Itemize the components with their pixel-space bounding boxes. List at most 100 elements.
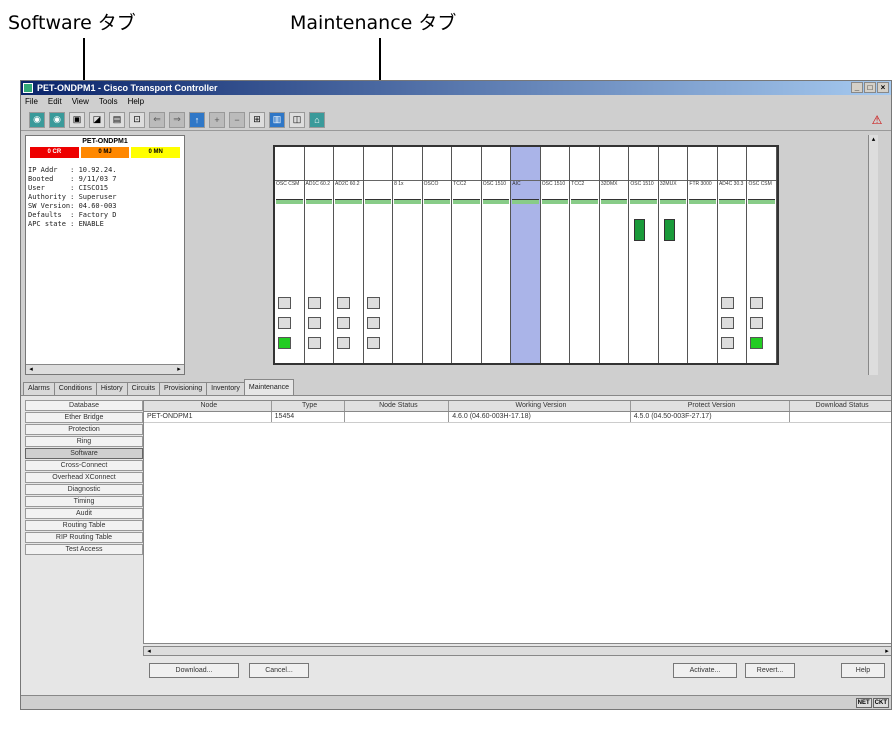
subtab-ether-bridge[interactable]: Ether Bridge xyxy=(25,412,143,423)
home-icon[interactable]: ⌂ xyxy=(309,111,325,128)
card-port[interactable] xyxy=(278,317,291,329)
column-header[interactable]: Download Status xyxy=(790,401,891,411)
subtab-diagnostic[interactable]: Diagnostic xyxy=(25,484,143,495)
zoom-area-icon[interactable]: ⊞ xyxy=(249,111,265,128)
shelf-card-slot[interactable]: OSC CSM xyxy=(747,147,777,363)
card-port[interactable] xyxy=(720,317,734,329)
tab-alarms[interactable]: Alarms xyxy=(23,382,55,395)
card-port[interactable] xyxy=(366,317,380,329)
subtab-cross-connect[interactable]: Cross-Connect xyxy=(25,460,143,471)
shelf-card-slot[interactable]: 32MUX xyxy=(658,147,689,363)
tab-inventory[interactable]: Inventory xyxy=(206,382,245,395)
subtab-database[interactable]: Database xyxy=(25,400,143,411)
shelf-card-slot[interactable]: TCC2 xyxy=(452,147,482,363)
preferences-icon[interactable]: ◉ xyxy=(49,111,65,128)
subtab-routing-table[interactable]: Routing Table xyxy=(25,520,143,531)
activate-button[interactable]: Activate... xyxy=(673,663,737,678)
tab-conditions[interactable]: Conditions xyxy=(53,382,97,395)
card-port[interactable] xyxy=(750,337,764,349)
export-icon[interactable]: ◪ xyxy=(89,111,105,128)
subtab-test-access[interactable]: Test Access xyxy=(25,544,143,555)
scroll-left-icon[interactable]: ◂ xyxy=(144,647,154,656)
info-line: Authority : Superuser xyxy=(28,193,117,201)
card-port[interactable] xyxy=(750,317,764,329)
card-port[interactable] xyxy=(337,337,351,349)
scroll-right-icon[interactable]: ▸ xyxy=(174,365,184,374)
download-button[interactable]: Download... xyxy=(149,663,239,678)
help-button[interactable]: Help xyxy=(841,663,885,678)
menu-file[interactable]: File xyxy=(25,96,38,108)
shelf-card-slot[interactable]: OSCO xyxy=(422,147,453,363)
shelf-card-slot[interactable]: OSC CSM xyxy=(275,147,305,363)
column-header[interactable]: Protect Version xyxy=(631,401,791,411)
shelf-card-slot[interactable]: AD4C 30.3 xyxy=(717,147,748,363)
table-icon[interactable]: ▤ xyxy=(109,111,125,128)
subtab-software[interactable]: Software xyxy=(25,448,143,459)
card-port[interactable] xyxy=(307,317,321,329)
subtab-rip-routing-table[interactable]: RIP Routing Table xyxy=(25,532,143,543)
shelf-card-slot[interactable]: 8 1x xyxy=(393,147,423,363)
revert-button[interactable]: Revert... xyxy=(745,663,795,678)
column-header[interactable]: Type xyxy=(272,401,346,411)
card-port[interactable] xyxy=(337,317,351,329)
shelf-card-slot[interactable]: OSC 1510 xyxy=(540,147,571,363)
card-port[interactable] xyxy=(720,337,734,349)
shelf-card-slot[interactable]: AD2C 60.2 xyxy=(334,147,364,363)
cancel-button[interactable]: Cancel... xyxy=(249,663,309,678)
scroll-right-icon[interactable]: ▸ xyxy=(882,647,891,656)
menu-view[interactable]: View xyxy=(72,96,89,108)
card-port[interactable] xyxy=(307,337,321,349)
network-view-icon[interactable]: ⊡ xyxy=(129,111,145,128)
card-status-strip xyxy=(571,199,598,204)
node-view-icon[interactable]: ▥ xyxy=(269,111,285,128)
shelf-card-slot[interactable]: AD1C 60.2 xyxy=(304,147,335,363)
zoom-in-icon[interactable]: + xyxy=(209,111,225,128)
subtab-timing[interactable]: Timing xyxy=(25,496,143,507)
tab-maintenance[interactable]: Maintenance xyxy=(243,379,295,395)
column-header[interactable]: Node Status xyxy=(345,401,450,411)
shelf-card-slot[interactable]: 32DMX xyxy=(599,147,630,363)
shelf-card-slot[interactable]: OSC 1510 xyxy=(481,147,512,363)
shelf-card-slot[interactable]: AIC xyxy=(511,147,541,363)
back-icon[interactable]: ⇐ xyxy=(149,111,165,128)
subtab-protection[interactable]: Protection xyxy=(25,424,143,435)
card-port[interactable] xyxy=(366,297,380,309)
card-port[interactable] xyxy=(307,297,321,309)
close-icon[interactable]: × xyxy=(877,82,889,93)
tab-history[interactable]: History xyxy=(95,382,128,395)
menu-tools[interactable]: Tools xyxy=(99,96,118,108)
maximize-icon[interactable]: □ xyxy=(864,82,876,93)
card-port[interactable] xyxy=(750,297,764,309)
card-port[interactable] xyxy=(278,337,291,349)
node-panel-scrollbar[interactable]: ◂ ▸ xyxy=(26,364,184,374)
table-horizontal-scrollbar[interactable]: ◂ ▸ xyxy=(143,646,891,656)
shelf-vertical-scrollbar[interactable]: ▴ xyxy=(868,135,878,375)
column-header[interactable]: Node xyxy=(144,401,272,411)
shelf-card-slot[interactable]: FTR 3000 xyxy=(688,147,718,363)
up-icon[interactable]: ↑ xyxy=(189,111,205,128)
forward-icon[interactable]: ⇒ xyxy=(169,111,185,128)
column-header[interactable]: Working Version xyxy=(449,401,631,411)
tab-provisioning[interactable]: Provisioning xyxy=(158,382,208,395)
open-icon[interactable]: ◉ xyxy=(29,111,45,128)
shelf-card-slot[interactable]: OSC 1510 xyxy=(629,147,659,363)
card-port[interactable] xyxy=(278,297,291,309)
card-view-icon[interactable]: ◫ xyxy=(289,111,305,128)
minimize-icon[interactable]: _ xyxy=(851,82,863,93)
scroll-left-icon[interactable]: ◂ xyxy=(26,365,36,374)
alarm-warning-icon[interactable]: ⚠ xyxy=(869,112,885,128)
shelf-card-slot[interactable] xyxy=(363,147,394,363)
card-port[interactable] xyxy=(337,297,351,309)
subtab-ring[interactable]: Ring xyxy=(25,436,143,447)
card-port[interactable] xyxy=(366,337,380,349)
zoom-out-icon[interactable]: − xyxy=(229,111,245,128)
subtab-audit[interactable]: Audit xyxy=(25,508,143,519)
card-port[interactable] xyxy=(720,297,734,309)
table-row[interactable]: PET-ONDPM1 15454 4.6.0 (04.60-003H-17.18… xyxy=(144,412,891,423)
menu-edit[interactable]: Edit xyxy=(48,96,62,108)
print-icon[interactable]: ▣ xyxy=(69,111,85,128)
subtab-overhead-xconnect[interactable]: Overhead XConnect xyxy=(25,472,143,483)
tab-circuits[interactable]: Circuits xyxy=(126,382,160,395)
menu-help[interactable]: Help xyxy=(128,96,144,108)
shelf-card-slot[interactable]: TCC2 xyxy=(570,147,600,363)
